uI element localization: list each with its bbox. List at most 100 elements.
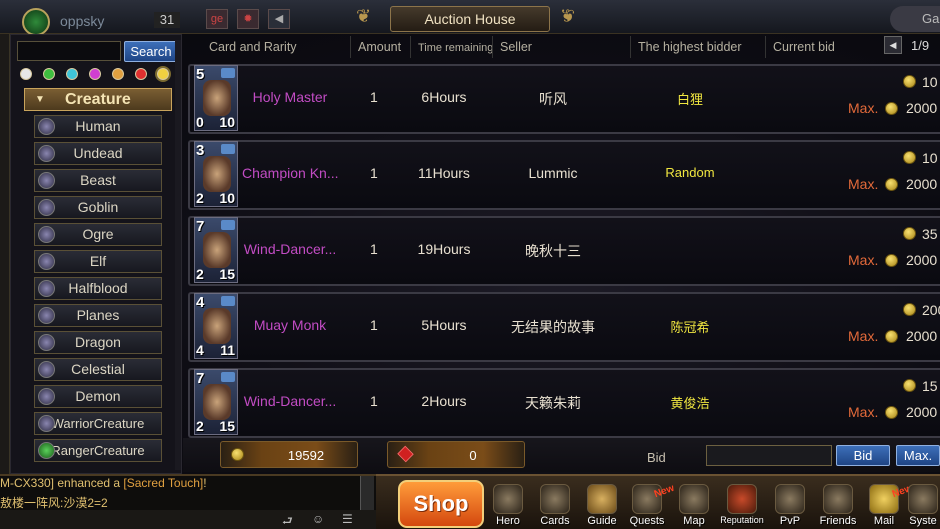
category-undead[interactable]: Undead [34, 142, 162, 165]
category-celestial[interactable]: Celestial [34, 358, 162, 381]
card-name: Wind-Dancer... [243, 393, 337, 409]
category-ogre[interactable]: Ogre [34, 223, 162, 246]
auction-row[interactable]: 4 4 11 Muay Monk 1 5Hours 无结果的故事 陈冠希 200… [188, 292, 940, 362]
bid-button[interactable]: Bid [836, 445, 890, 466]
search-button[interactable]: Search [124, 41, 178, 62]
card-attack: 4 [196, 342, 204, 358]
category-demon[interactable]: Demon [34, 385, 162, 408]
guild-name[interactable]: Ga [890, 6, 940, 32]
highest-bidder: 黄俊浩 [670, 396, 710, 411]
column-header-current-bid[interactable]: Current bid [773, 40, 835, 54]
dock-cards[interactable]: Cards [533, 484, 577, 529]
rarity-filter-orange[interactable] [112, 68, 124, 80]
card-thumbnail[interactable]: 7 2 15 [194, 369, 238, 435]
dock-map[interactable]: Map [672, 484, 716, 529]
beast-icon [38, 172, 55, 189]
category-human[interactable]: Human [34, 115, 162, 138]
sound-icon[interactable]: ◀ [268, 9, 290, 29]
rarity-filter-red[interactable] [135, 68, 147, 80]
category-scrollbar[interactable] [175, 40, 181, 470]
dock-reputation[interactable]: Reputation [720, 484, 764, 529]
category-label: WarriorCreature [51, 416, 145, 431]
max-label: Max. [848, 404, 879, 420]
category-label: Dragon [75, 334, 121, 350]
rarity-filter-gold[interactable] [157, 68, 169, 80]
category-planes[interactable]: Planes [34, 304, 162, 327]
card-thumbnail[interactable]: 5 0 10 [194, 65, 238, 131]
gold-coin-icon [903, 151, 916, 164]
category-dragon[interactable]: Dragon [34, 331, 162, 354]
cards-icon [540, 484, 570, 514]
ranger-icon [38, 442, 55, 459]
category-halfblood[interactable]: Halfblood [34, 277, 162, 300]
column-header-amount[interactable]: Amount [358, 40, 401, 54]
gold-coin-icon [885, 406, 898, 419]
category-header-creature[interactable]: ▼ Creature [24, 88, 172, 111]
category-goblin[interactable]: Goblin [34, 196, 162, 219]
rarity-filter-white[interactable] [20, 68, 32, 80]
column-header-card[interactable]: Card and Rarity [209, 40, 297, 54]
column-header-bidder[interactable]: The highest bidder [638, 40, 742, 54]
chat-menu-icon[interactable]: ☰ [342, 512, 358, 526]
bid-label: Bid [647, 450, 666, 465]
chat-text: M-CX330] enhanced a [0, 476, 124, 490]
settings-gear-icon[interactable]: ✹ [237, 9, 259, 29]
system-icon [908, 484, 938, 514]
dock-system[interactable]: Syste [906, 484, 940, 529]
auction-row[interactable]: 3 2 10 Champion Kn... 1 11Hours Lummic R… [188, 140, 940, 210]
dock-label: Hero [496, 515, 520, 527]
dock-hero[interactable]: Hero [486, 484, 530, 529]
auction-row[interactable]: 7 2 15 Wind-Dancer... 1 19Hours 晚秋十三 35 … [188, 216, 940, 286]
category-label: Celestial [71, 361, 125, 377]
map-icon [679, 484, 709, 514]
pagination: ◀ 1/9 [884, 36, 940, 56]
dock-friends[interactable]: Friends [816, 484, 860, 529]
dock-label: Friends [819, 515, 857, 527]
card-art-icon [203, 308, 231, 344]
player-avatar[interactable] [22, 8, 50, 36]
highest-bidder: Random [665, 165, 715, 180]
card-thumbnail[interactable]: 3 2 10 [194, 141, 238, 207]
card-rarity-icon [221, 144, 235, 154]
current-bid: 35 [922, 226, 938, 242]
gold-coin-icon [885, 102, 898, 115]
prev-page-icon[interactable]: ◀ [884, 36, 902, 54]
category-header-label: Creature [65, 91, 131, 108]
reputation-icon [727, 484, 757, 514]
column-header-seller[interactable]: Seller [500, 40, 532, 54]
auction-row[interactable]: 5 0 10 Holy Master 1 6Hours 听风 白狸 10 Max… [188, 64, 940, 134]
max-bid-button[interactable]: Max. [896, 445, 940, 466]
dragon-icon [38, 334, 55, 351]
search-input[interactable] [17, 41, 121, 61]
chat-item-link[interactable]: [Sacred Touch] [123, 476, 203, 490]
card-thumbnail[interactable]: 7 2 15 [194, 217, 238, 283]
dock-guide[interactable]: Guide [580, 484, 624, 529]
card-thumbnail[interactable]: 4 4 11 [194, 293, 238, 359]
chat-channel-icon[interactable]: ⮐ [282, 512, 298, 528]
time-remaining: 2Hours [421, 393, 467, 409]
shop-button[interactable]: Shop [398, 480, 484, 528]
card-attack: 2 [196, 266, 204, 282]
category-ranger-creature[interactable]: RangerCreature [34, 439, 162, 462]
badge-icon[interactable]: ge [206, 9, 228, 29]
bid-amount-input[interactable] [706, 445, 832, 466]
rarity-filter-cyan[interactable] [66, 68, 78, 80]
dock-label: PvP [779, 515, 801, 527]
max-bid: 2000 [906, 404, 938, 420]
category-elf[interactable]: Elf [34, 250, 162, 273]
planes-icon [38, 307, 55, 324]
column-header-time[interactable]: Time remaining [418, 42, 493, 54]
emoji-icon[interactable]: ☺ [312, 512, 328, 526]
auction-row[interactable]: 7 2 15 Wind-Dancer... 1 2Hours 天籁朱莉 黄俊浩 … [188, 368, 940, 438]
category-beast[interactable]: Beast [34, 169, 162, 192]
highest-bidder: 陈冠希 [670, 320, 710, 335]
chat-scrollbar[interactable] [360, 476, 374, 510]
rarity-filter-purple[interactable] [89, 68, 101, 80]
amount: 1 [370, 241, 378, 257]
category-warrior-creature[interactable]: WarriorCreature [34, 412, 162, 435]
dock-pvp[interactable]: PvP [768, 484, 812, 529]
chat-message: M-CX330] enhanced a [Sacred Touch]! [0, 476, 207, 490]
rarity-filter-green[interactable] [43, 68, 55, 80]
seller: Lummic [528, 165, 578, 181]
gold-coin-icon [903, 303, 916, 316]
